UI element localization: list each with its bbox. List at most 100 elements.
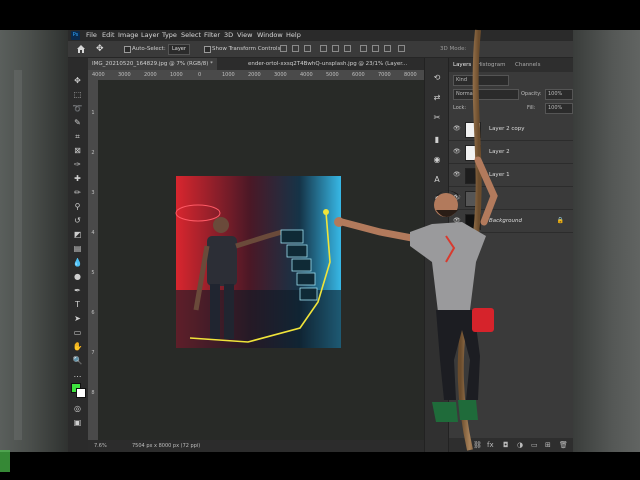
canvas-area[interactable] xyxy=(98,80,424,440)
align-center-icon[interactable] xyxy=(292,45,299,52)
gradient-tool-icon[interactable]: ▤ xyxy=(72,243,83,254)
ruler-tick: 7000 xyxy=(378,72,391,78)
opacity-label: Opacity: xyxy=(521,91,542,97)
menu-type[interactable]: Type xyxy=(162,30,177,41)
eyedropper-tool-icon[interactable]: ✑ xyxy=(72,159,83,170)
auto-select-dropdown[interactable]: Layer xyxy=(168,44,190,55)
visibility-eye-icon[interactable]: 👁 xyxy=(453,164,461,186)
visibility-eye-icon[interactable]: 👁 xyxy=(453,118,461,140)
menu-edit[interactable]: Edit xyxy=(102,30,115,41)
move-tool-icon[interactable]: ✥ xyxy=(96,44,104,54)
menu-image[interactable]: Image xyxy=(118,30,138,41)
tools-panel: ✥ ⬚ ➰ ✎ ⌗ ⊠ ✑ ✚ ✏ ⚲ ↺ ◩ ▤ 💧 ● ✒ T ➤ ▭ ✋ … xyxy=(68,58,88,452)
mask-icon[interactable]: ◘ xyxy=(503,438,509,452)
screen-mode-icon[interactable]: ▣ xyxy=(72,417,83,428)
align-top-icon[interactable] xyxy=(320,45,327,52)
folder-icon[interactable]: ▭ xyxy=(531,438,538,452)
healing-brush-tool-icon[interactable]: ✚ xyxy=(72,173,83,184)
layer-row[interactable]: 👁 Layer 2 copy xyxy=(449,118,573,141)
tab-histogram[interactable]: Histogram xyxy=(477,58,506,72)
visibility-eye-icon[interactable]: 👁 xyxy=(453,210,461,232)
marquee-tool-icon[interactable]: ⬚ xyxy=(72,89,83,100)
zoom-tool-icon[interactable]: 🔍 xyxy=(72,355,83,366)
rectangle-tool-icon[interactable]: ▭ xyxy=(72,327,83,338)
ruler-tick: 5000 xyxy=(326,72,339,78)
pen-tool-icon[interactable]: ✒ xyxy=(72,285,83,296)
more-tools-icon[interactable]: … xyxy=(72,369,83,380)
layer-row[interactable]: 👁 Background 🔒 xyxy=(449,210,573,233)
panel-icon-strip: ⟲ ⇄ ✂ ▮ ◉ A ¶ xyxy=(424,58,449,452)
layer-row[interactable]: 👁 xyxy=(449,187,573,210)
crop-tool-icon[interactable]: ⌗ xyxy=(72,131,83,142)
background-color-swatch[interactable] xyxy=(76,388,86,398)
adjustments-panel-icon[interactable]: ⇄ xyxy=(431,92,443,104)
eraser-tool-icon[interactable]: ◩ xyxy=(72,229,83,240)
distribute-icon[interactable] xyxy=(360,45,367,52)
opacity-input[interactable]: 100% xyxy=(545,89,573,100)
distribute-h-icon[interactable] xyxy=(372,45,379,52)
align-bottom-icon[interactable] xyxy=(344,45,351,52)
fill-input[interactable]: 100% xyxy=(545,103,573,114)
ruler-tick: 2000 xyxy=(248,72,261,78)
hand-tool-icon[interactable]: ✋ xyxy=(72,341,83,352)
show-transform-checkbox[interactable] xyxy=(204,46,211,53)
align-right-icon[interactable] xyxy=(304,45,311,52)
new-layer-icon[interactable]: ⊞ xyxy=(545,438,551,452)
menu-layer[interactable]: Layer xyxy=(141,30,159,41)
libraries-panel-icon[interactable]: ◉ xyxy=(431,154,443,166)
quick-select-tool-icon[interactable]: ✎ xyxy=(72,117,83,128)
layer-name: Layer 1 xyxy=(489,172,510,178)
path-selection-tool-icon[interactable]: ➤ xyxy=(72,313,83,324)
menu-window[interactable]: Window xyxy=(257,30,283,41)
home-icon[interactable] xyxy=(76,44,86,54)
layer-filter-dropdown[interactable]: Kind xyxy=(453,75,509,86)
document-size-info: 7504 px x 8000 px (72 ppi) xyxy=(132,443,201,449)
history-panel-icon[interactable]: ⟲ xyxy=(431,72,443,84)
dodge-tool-icon[interactable]: ● xyxy=(72,271,83,282)
lasso-tool-icon[interactable]: ➰ xyxy=(72,103,83,114)
tab-channels[interactable]: Channels xyxy=(515,58,540,72)
distribute-v-icon[interactable] xyxy=(384,45,391,52)
menu-3d[interactable]: 3D xyxy=(224,30,233,41)
letterbox-top xyxy=(0,0,640,30)
clone-stamp-tool-icon[interactable]: ⚲ xyxy=(72,201,83,212)
lock-row: Lock: Fill: 100% xyxy=(449,102,573,114)
layers-panel: Layers Histogram Channels Kind Normal Op… xyxy=(448,58,573,452)
menu-help[interactable]: Help xyxy=(286,30,301,41)
fx-icon[interactable]: fx xyxy=(487,438,494,452)
quick-mask-icon[interactable]: ◎ xyxy=(72,403,83,414)
menu-view[interactable]: View xyxy=(237,30,252,41)
blend-mode-dropdown[interactable]: Normal xyxy=(453,89,519,100)
blur-tool-icon[interactable]: 💧 xyxy=(72,257,83,268)
adjustment-icon[interactable]: ◑ xyxy=(517,438,523,452)
visibility-eye-icon[interactable]: 👁 xyxy=(453,141,461,163)
tab-document-1[interactable]: IMG_20210520_164829.jpg @ 7% (RGB/8) * xyxy=(88,58,217,70)
more-options-icon[interactable] xyxy=(398,45,405,52)
align-left-icon[interactable] xyxy=(280,45,287,52)
tab-document-2[interactable]: ender-ortol-xxsq2T4BwhQ-unsplash.jpg @ 2… xyxy=(244,58,411,70)
layer-row[interactable]: 👁 Layer 1 xyxy=(449,164,573,187)
zoom-level[interactable]: 7.6% xyxy=(94,440,107,452)
menu-select[interactable]: Select xyxy=(181,30,201,41)
type-tool-icon[interactable]: T xyxy=(72,299,83,310)
visibility-eye-icon[interactable]: 👁 xyxy=(453,187,461,209)
menu-file[interactable]: File xyxy=(86,30,97,41)
paragraph-panel-icon[interactable]: ¶ xyxy=(431,194,443,206)
link-icon[interactable]: ⛓ xyxy=(473,438,482,452)
tab-layers[interactable]: Layers xyxy=(453,58,471,72)
brush-settings-icon[interactable]: ▮ xyxy=(431,134,443,146)
menu-filter[interactable]: Filter xyxy=(204,30,220,41)
align-middle-icon[interactable] xyxy=(332,45,339,52)
frame-tool-icon[interactable]: ⊠ xyxy=(72,145,83,156)
ruler-tick: 2000 xyxy=(144,72,157,78)
document-tabs: IMG_20210520_164829.jpg @ 7% (RGB/8) * e… xyxy=(88,58,424,70)
fill-label: Fill: xyxy=(527,105,536,111)
properties-panel-icon[interactable]: ✂ xyxy=(431,112,443,124)
brush-tool-icon[interactable]: ✏ xyxy=(72,187,83,198)
character-panel-icon[interactable]: A xyxy=(431,174,443,186)
move-tool-icon[interactable]: ✥ xyxy=(72,75,83,86)
trash-icon[interactable]: 🗑 xyxy=(559,438,568,452)
history-brush-tool-icon[interactable]: ↺ xyxy=(72,215,83,226)
auto-select-checkbox[interactable] xyxy=(124,46,131,53)
layer-row[interactable]: 👁 Layer 2 xyxy=(449,141,573,164)
